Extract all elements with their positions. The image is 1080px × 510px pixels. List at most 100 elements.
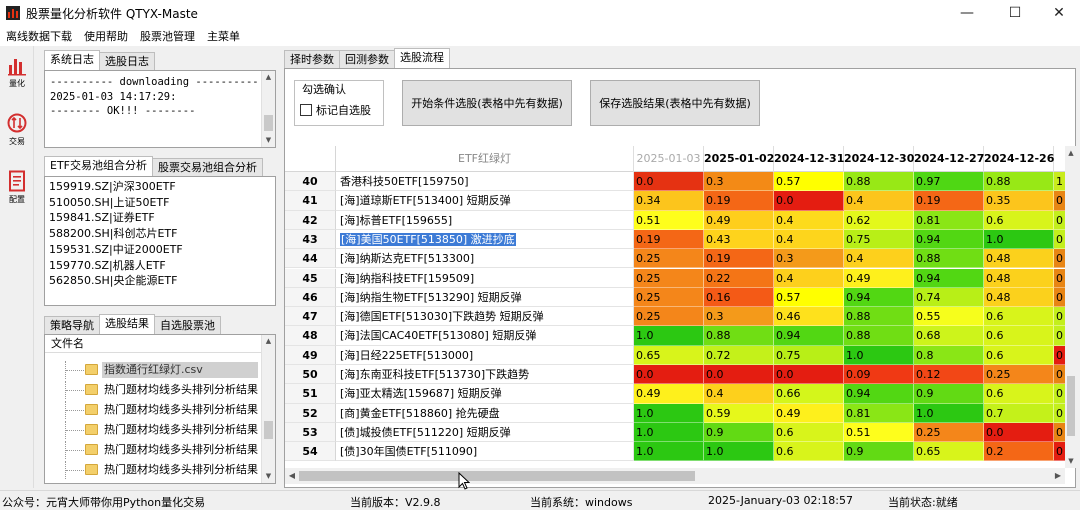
- signal-value-cell[interactable]: 0.8: [914, 345, 984, 365]
- menu-offline-download[interactable]: 离线数据下载: [0, 28, 78, 44]
- row-index[interactable]: 48: [285, 326, 336, 346]
- scroll-up-icon[interactable]: ▲: [1065, 146, 1077, 160]
- row-index[interactable]: 53: [285, 422, 336, 443]
- etf-name-cell[interactable]: [海]纳斯达克ETF[513300]: [336, 249, 634, 269]
- scroll-up-icon[interactable]: ▲: [262, 335, 275, 348]
- tool-quant[interactable]: 量化: [0, 50, 34, 110]
- header-date[interactable]: 2025-01-02: [704, 146, 774, 172]
- signal-value-cell[interactable]: 0.6: [984, 210, 1054, 230]
- signal-value-cell[interactable]: 0.3: [774, 249, 844, 269]
- etf-name-cell[interactable]: [海]东南亚科技ETF[513730]下跌趋势: [336, 365, 634, 385]
- tab-selection-process[interactable]: 选股流程: [394, 48, 450, 68]
- row-index[interactable]: 42: [285, 210, 336, 230]
- signal-value-cell[interactable]: 0.4: [844, 249, 914, 269]
- start-selection-button[interactable]: 开始条件选股(表格中先有数据): [402, 80, 572, 126]
- signal-value-cell[interactable]: 0.25: [634, 307, 704, 327]
- signal-value-cell[interactable]: 0.72: [704, 345, 774, 365]
- file-item[interactable]: 热门题材均线多头排列分析结果: [45, 441, 259, 459]
- signal-value-cell[interactable]: 0.6: [984, 345, 1054, 365]
- mark-watchlist-checkbox[interactable]: [300, 104, 312, 116]
- table-row[interactable]: 50 [海]东南亚科技ETF[513730]下跌趋势 0.0 0.0 0.0 0.09 0.…: [285, 365, 1065, 385]
- signal-value-cell[interactable]: 0.4: [774, 268, 844, 288]
- table-row[interactable]: 49 [海]日经225ETF[513000] 0.65 0.72 0.75 1.0 0.8 0…: [285, 345, 1065, 365]
- header-date[interactable]: 2024-12-30: [844, 146, 914, 172]
- tab-selection-result[interactable]: 选股结果: [99, 314, 155, 334]
- tab-etf-pool-analysis[interactable]: ETF交易池组合分析: [44, 156, 153, 176]
- signal-value-cell[interactable]: 1.0: [844, 345, 914, 365]
- tab-strategy-nav[interactable]: 策略导航: [44, 316, 100, 334]
- row-index[interactable]: 40: [285, 172, 336, 192]
- signal-value-cell[interactable]: 0.57: [774, 172, 844, 192]
- signal-value-cell[interactable]: 0: [1054, 365, 1065, 385]
- table-row[interactable]: 53 [债]城投债ETF[511220] 短期反弹 1.0 0.9 0.6 0.51 0.2…: [285, 422, 1065, 443]
- signal-value-cell[interactable]: 0: [1054, 345, 1065, 365]
- signal-value-cell[interactable]: 0.94: [774, 326, 844, 346]
- scroll-down-icon[interactable]: ▼: [262, 134, 275, 147]
- signal-value-cell[interactable]: 0.43: [704, 229, 774, 250]
- header-name[interactable]: ETF红绿灯: [336, 146, 634, 172]
- signal-value-cell[interactable]: 0.75: [774, 345, 844, 365]
- signal-value-cell[interactable]: 0.59: [704, 403, 774, 423]
- signal-value-cell[interactable]: 0.25: [634, 249, 704, 269]
- signal-value-cell[interactable]: 0.65: [634, 345, 704, 365]
- signal-value-cell[interactable]: 0.0: [774, 191, 844, 211]
- signal-value-cell[interactable]: 0.88: [844, 172, 914, 192]
- signal-value-cell[interactable]: 1.0: [914, 403, 984, 423]
- row-index[interactable]: 54: [285, 442, 336, 462]
- signal-value-cell[interactable]: 1.0: [634, 403, 704, 423]
- etf-name-cell[interactable]: [海]法国CAC40ETF[513080] 短期反弹: [336, 326, 634, 346]
- signal-value-cell[interactable]: 0: [1054, 442, 1065, 462]
- signal-value-cell[interactable]: 0.68: [914, 326, 984, 346]
- file-item[interactable]: 热门题材均线多头排列分析结果: [45, 401, 259, 419]
- file-tree-scrollbar[interactable]: ▲ ▼: [261, 335, 275, 483]
- signal-value-cell[interactable]: 0.49: [774, 403, 844, 423]
- tab-watchlist-pool[interactable]: 自选股票池: [154, 316, 221, 334]
- signal-value-cell[interactable]: 0.74: [914, 287, 984, 308]
- signal-value-cell[interactable]: 0.66: [774, 384, 844, 404]
- table-row[interactable]: 44 [海]纳斯达克ETF[513300] 0.25 0.19 0.3 0.4 0.88 0.…: [285, 249, 1065, 269]
- row-index[interactable]: 50: [285, 365, 336, 385]
- signal-value-cell[interactable]: 0.57: [774, 287, 844, 308]
- signal-value-cell[interactable]: 0: [1054, 326, 1065, 346]
- row-index[interactable]: 41: [285, 191, 336, 211]
- file-item[interactable]: 热门题材均线多头排列分析结果: [45, 421, 259, 439]
- signal-value-cell[interactable]: 0.0: [634, 365, 704, 385]
- table-row[interactable]: 40 香港科技50ETF[159750] 0.0 0.3 0.57 0.88 0.97 0.8…: [285, 172, 1065, 192]
- file-item[interactable]: 指数通行红绿灯.csv: [45, 361, 259, 379]
- scroll-left-icon[interactable]: ◀: [285, 468, 299, 484]
- etf-name-cell[interactable]: [海]纳指生物ETF[513290] 短期反弹: [336, 287, 634, 308]
- signal-value-cell[interactable]: 0.19: [704, 249, 774, 269]
- signal-value-cell[interactable]: 0.19: [634, 229, 704, 250]
- signal-value-cell[interactable]: 0.3: [704, 307, 774, 327]
- signal-value-cell[interactable]: 0.75: [844, 229, 914, 250]
- etf-name-cell[interactable]: [债]30年国债ETF[511090]: [336, 442, 634, 462]
- signal-value-cell[interactable]: 0: [1054, 191, 1065, 211]
- etf-name-cell[interactable]: [债]城投债ETF[511220] 短期反弹: [336, 422, 634, 443]
- signal-value-cell[interactable]: 0.25: [984, 365, 1054, 385]
- signal-value-cell[interactable]: 0: [1054, 384, 1065, 404]
- etf-name-cell[interactable]: 香港科技50ETF[159750]: [336, 172, 634, 192]
- signal-value-cell[interactable]: 0.25: [634, 268, 704, 288]
- signal-value-cell[interactable]: 0.3: [704, 172, 774, 192]
- tool-config[interactable]: 配置: [0, 166, 34, 226]
- signal-value-cell[interactable]: 0.81: [914, 210, 984, 230]
- signal-value-cell[interactable]: 0.0: [634, 172, 704, 192]
- list-item[interactable]: 510050.SH|上证50ETF: [45, 195, 275, 211]
- signal-value-cell[interactable]: 1.0: [634, 442, 704, 462]
- file-tree-scroll-thumb[interactable]: [264, 421, 273, 439]
- signal-value-cell[interactable]: 0.88: [844, 307, 914, 327]
- signal-value-cell[interactable]: 1.0: [634, 326, 704, 346]
- save-result-button[interactable]: 保存选股结果(表格中先有数据): [590, 80, 760, 126]
- table-vscroll-thumb[interactable]: [1067, 376, 1075, 436]
- row-index[interactable]: 43: [285, 229, 336, 250]
- etf-name-cell[interactable]: [商]黄金ETF[518860] 抢先硬盘: [336, 403, 634, 423]
- etf-name-cell[interactable]: [海]美国50ETF[513850] 激进抄底: [336, 229, 634, 250]
- maximize-button[interactable]: ☐: [992, 0, 1038, 26]
- signal-value-cell[interactable]: 0.46: [774, 307, 844, 327]
- row-index[interactable]: 46: [285, 287, 336, 308]
- signal-value-cell[interactable]: 0.51: [844, 422, 914, 443]
- signal-value-cell[interactable]: 0.6: [984, 326, 1054, 346]
- minimize-button[interactable]: —: [944, 0, 990, 26]
- row-index[interactable]: 45: [285, 268, 336, 288]
- signal-value-cell[interactable]: 0.2: [984, 442, 1054, 462]
